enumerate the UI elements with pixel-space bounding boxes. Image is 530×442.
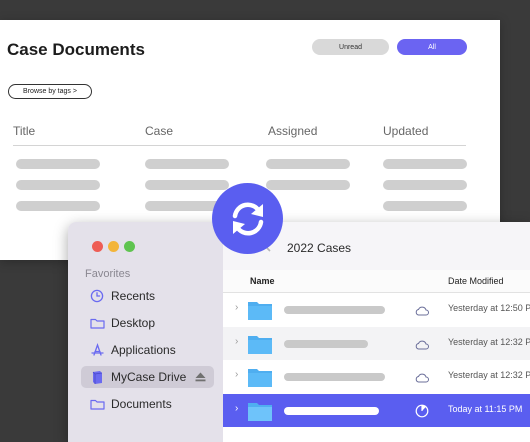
favorites-section-label: Favorites <box>85 268 131 280</box>
finder-content: 2022 Cases Name Date Modified › Yesterda… <box>223 222 530 442</box>
sidebar-item-label: Applications <box>111 343 176 357</box>
column-header-name[interactable]: Name <box>250 276 275 286</box>
date-modified: Yesterday at 12:32 P <box>448 370 530 380</box>
skeleton-bar <box>383 159 467 169</box>
sidebar-item-applications[interactable]: Applications <box>81 339 214 361</box>
skeleton-bar <box>16 201 100 211</box>
zoom-window-button[interactable] <box>124 241 135 252</box>
file-name-placeholder <box>284 407 379 415</box>
list-header: Name Date Modified <box>223 270 530 293</box>
browse-by-tags-button[interactable]: Browse by tags > <box>8 84 92 99</box>
skeleton-bar <box>16 180 100 190</box>
header-divider <box>13 145 466 146</box>
folder-icon <box>89 396 105 412</box>
disclosure-chevron-icon[interactable]: › <box>235 369 238 380</box>
skeleton-bar <box>145 180 229 190</box>
cloud-icon <box>415 370 429 388</box>
column-header-date-modified[interactable]: Date Modified <box>448 276 504 286</box>
cloud-icon <box>415 303 429 321</box>
skeleton-bar <box>145 159 229 169</box>
disclosure-chevron-icon[interactable]: › <box>235 302 238 313</box>
file-row[interactable]: › Yesterday at 12:32 P <box>223 327 530 360</box>
disclosure-chevron-icon[interactable]: › <box>235 336 238 347</box>
folder-icon <box>248 300 272 325</box>
folder-icon <box>248 401 272 426</box>
column-header-updated[interactable]: Updated <box>383 124 428 138</box>
syncing-progress-icon <box>415 404 429 423</box>
close-window-button[interactable] <box>92 241 103 252</box>
minimize-window-button[interactable] <box>108 241 119 252</box>
sidebar-item-label: Recents <box>111 289 156 303</box>
folder-icon <box>248 334 272 359</box>
page-title: Case Documents <box>7 40 145 59</box>
folder-icon <box>248 367 272 392</box>
sidebar-item-mycase-drive[interactable]: MyCase Drive <box>81 366 214 388</box>
sidebar-item-recents[interactable]: Recents <box>81 285 214 307</box>
date-modified: Yesterday at 12:32 P <box>448 337 530 347</box>
sidebar-item-documents[interactable]: Documents <box>81 393 214 415</box>
skeleton-bar <box>383 201 467 211</box>
applications-icon <box>89 342 105 358</box>
finder-window: Favorites Recents Desktop Applications M… <box>68 222 530 442</box>
sidebar-item-label: Documents <box>111 397 172 411</box>
file-row[interactable]: › Yesterday at 12:32 P <box>223 360 530 393</box>
folder-title: 2022 Cases <box>287 241 352 255</box>
column-header-title[interactable]: Title <box>13 124 35 138</box>
file-name-placeholder <box>284 373 385 381</box>
skeleton-bar <box>16 159 100 169</box>
skeleton-bar <box>266 180 350 190</box>
file-row-selected[interactable]: › Today at 11:15 PM <box>223 394 530 427</box>
sync-icon <box>232 202 263 235</box>
column-header-case[interactable]: Case <box>145 124 173 138</box>
date-modified: Yesterday at 12:50 P <box>448 303 530 313</box>
sidebar-item-label: MyCase Drive <box>111 370 187 384</box>
skeleton-bar <box>266 159 350 169</box>
eject-icon[interactable] <box>195 371 206 385</box>
file-name-placeholder <box>284 306 385 314</box>
date-modified: Today at 11:15 PM <box>448 404 523 414</box>
skeleton-bar <box>383 180 467 190</box>
filter-all-button[interactable]: All <box>397 39 467 55</box>
folder-icon <box>89 315 105 331</box>
file-row[interactable]: › Yesterday at 12:50 P <box>223 293 530 326</box>
drive-icon <box>89 369 105 385</box>
cloud-icon <box>415 337 429 355</box>
sidebar-item-desktop[interactable]: Desktop <box>81 312 214 334</box>
file-name-placeholder <box>284 340 368 348</box>
finder-sidebar: Favorites Recents Desktop Applications M… <box>68 222 223 442</box>
sidebar-item-label: Desktop <box>111 316 156 330</box>
disclosure-chevron-icon[interactable]: › <box>235 403 238 414</box>
clock-icon <box>89 288 105 304</box>
sync-badge <box>212 183 283 254</box>
column-header-assigned[interactable]: Assigned <box>268 124 317 138</box>
filter-unread-button[interactable]: Unread <box>312 39 389 55</box>
